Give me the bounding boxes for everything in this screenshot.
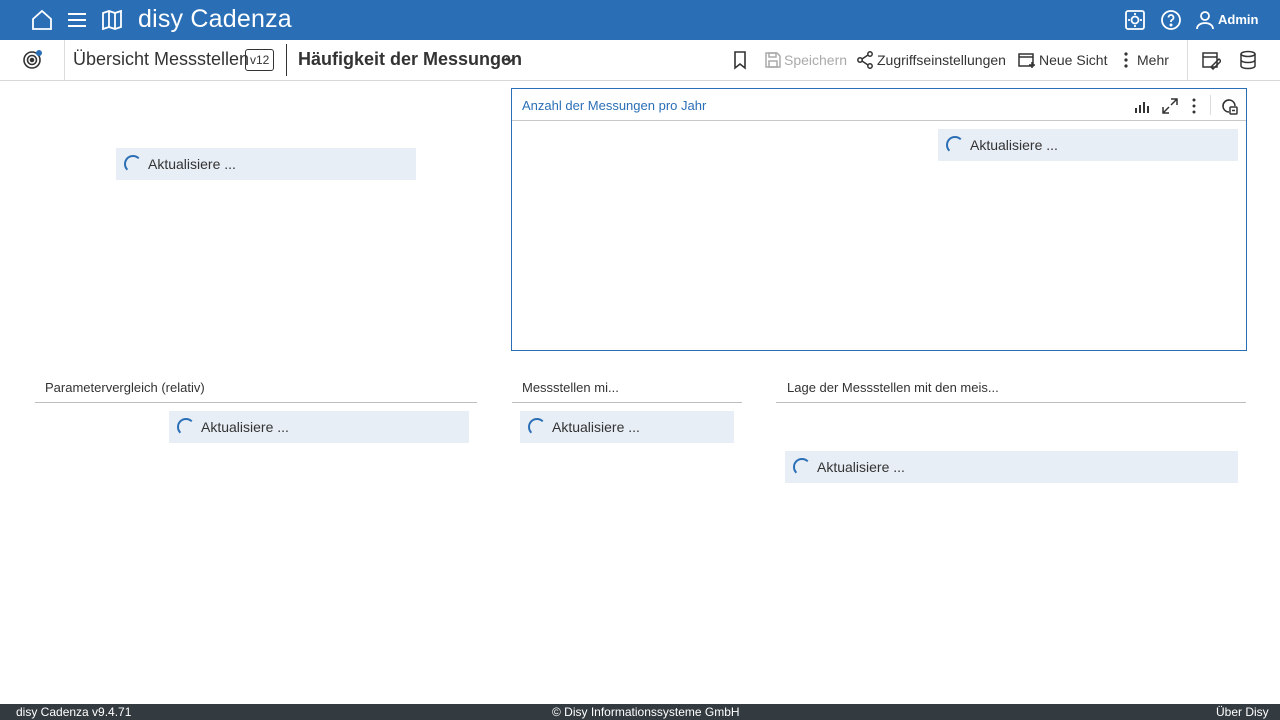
user-icon[interactable] bbox=[1193, 8, 1217, 32]
chart-type-icon[interactable] bbox=[1133, 97, 1151, 115]
loading-indicator: Aktualisiere ... bbox=[520, 411, 734, 443]
settings-icon[interactable] bbox=[1123, 8, 1147, 32]
new-view-button[interactable]: Neue Sicht bbox=[1039, 52, 1107, 68]
toolbar-divider bbox=[1187, 40, 1188, 80]
panel-header-line bbox=[512, 402, 742, 403]
loading-indicator: Aktualisiere ... bbox=[169, 411, 469, 443]
spinner-icon bbox=[528, 418, 546, 436]
user-name[interactable]: Admin bbox=[1218, 12, 1258, 27]
home-icon[interactable] bbox=[30, 8, 54, 32]
footer: disy Cadenza v9.4.71 © Disy Informations… bbox=[0, 704, 1280, 720]
loading-text: Aktualisiere ... bbox=[817, 459, 905, 475]
panel-header-line bbox=[776, 402, 1246, 403]
loading-text: Aktualisiere ... bbox=[201, 419, 289, 435]
save-button[interactable]: Speichern bbox=[784, 52, 847, 68]
new-view-icon[interactable] bbox=[1017, 50, 1037, 70]
top-bar: disy Cadenza Admin bbox=[0, 0, 1280, 40]
view-toolbar: Übersicht Messstellen v12 Häufigkeit der… bbox=[0, 40, 1280, 81]
chevron-down-icon[interactable] bbox=[503, 53, 517, 67]
loading-text: Aktualisiere ... bbox=[148, 156, 236, 172]
about-link[interactable]: Über Disy bbox=[1216, 705, 1269, 719]
loading-indicator: Aktualisiere ... bbox=[938, 129, 1238, 161]
toolbar-divider bbox=[64, 40, 65, 80]
view-title[interactable]: Häufigkeit der Messungen bbox=[298, 49, 522, 70]
header-divider bbox=[1210, 95, 1211, 115]
panel-header: Anzahl der Messungen pro Jahr bbox=[512, 89, 1246, 121]
share-icon[interactable] bbox=[855, 50, 875, 70]
more-button[interactable]: Mehr bbox=[1137, 52, 1169, 68]
target-icon[interactable] bbox=[22, 50, 42, 70]
database-icon[interactable] bbox=[1238, 50, 1258, 70]
spinner-icon bbox=[124, 155, 142, 173]
spinner-icon bbox=[946, 136, 964, 154]
spinner-icon bbox=[793, 458, 811, 476]
help-icon[interactable] bbox=[1159, 8, 1183, 32]
panel-title: Lage der Messstellen mit den meis... bbox=[787, 380, 999, 395]
spinner-icon bbox=[177, 418, 195, 436]
toolbar-divider bbox=[286, 44, 287, 76]
loading-text: Aktualisiere ... bbox=[970, 137, 1058, 153]
panel-title: Anzahl der Messungen pro Jahr bbox=[522, 98, 707, 113]
save-icon[interactable] bbox=[763, 50, 783, 70]
panel-title: Messstellen mi... bbox=[522, 380, 619, 395]
panel-title: Parametervergleich (relativ) bbox=[45, 380, 205, 395]
map-icon[interactable] bbox=[100, 8, 124, 32]
bookmark-icon[interactable] bbox=[730, 50, 750, 70]
version-badge: v12 bbox=[245, 49, 275, 71]
workspace-title[interactable]: Übersicht Messstellen bbox=[73, 49, 249, 70]
loading-text: Aktualisiere ... bbox=[552, 419, 640, 435]
app-brand: disy Cadenza bbox=[138, 5, 292, 33]
edit-sheet-icon[interactable] bbox=[1201, 50, 1221, 70]
more-icon[interactable] bbox=[1185, 97, 1203, 115]
sync-icon[interactable] bbox=[1220, 97, 1238, 115]
footer-copyright: © Disy Informationssysteme GmbH bbox=[552, 705, 740, 719]
chart-panel[interactable]: Anzahl der Messungen pro Jahr Aktualisie… bbox=[511, 88, 1247, 351]
panel-header-line bbox=[35, 402, 477, 403]
menu-icon[interactable] bbox=[65, 8, 89, 32]
loading-indicator: Aktualisiere ... bbox=[785, 451, 1238, 483]
maximize-icon[interactable] bbox=[1161, 97, 1179, 115]
footer-version: disy Cadenza v9.4.71 bbox=[16, 705, 132, 719]
more-icon[interactable] bbox=[1116, 50, 1136, 70]
access-settings-button[interactable]: Zugriffseinstellungen bbox=[877, 52, 1006, 68]
loading-indicator: Aktualisiere ... bbox=[116, 148, 416, 180]
